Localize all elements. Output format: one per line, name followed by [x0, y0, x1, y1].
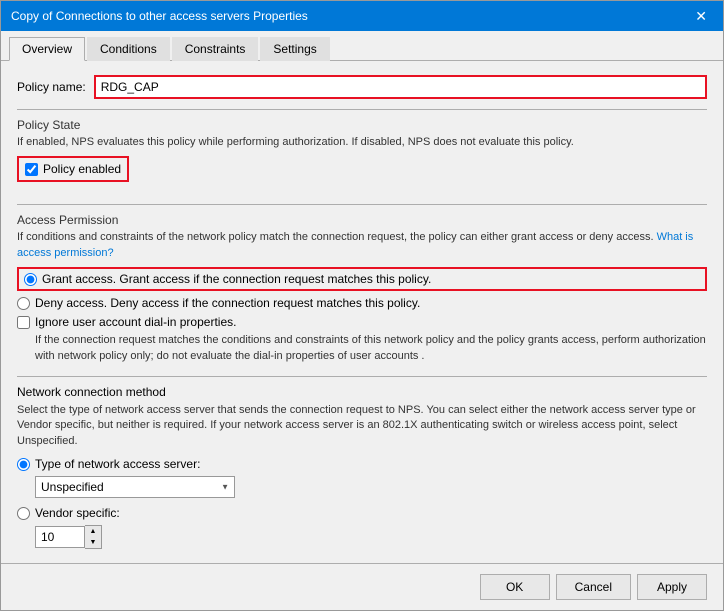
policy-name-label: Policy name: — [17, 80, 86, 94]
ignore-dialin-checkbox[interactable] — [17, 316, 30, 329]
title-bar: Copy of Connections to other access serv… — [1, 1, 723, 31]
ignore-dialin-desc: If the connection request matches the co… — [35, 333, 707, 364]
dialog-title: Copy of Connections to other access serv… — [11, 9, 308, 23]
access-permission-title: Access Permission — [17, 213, 707, 227]
deny-access-label: Deny access. Deny access if the connecti… — [35, 296, 420, 310]
dropdown-wrapper: Unspecified — [35, 476, 235, 498]
network-type-dropdown[interactable]: Unspecified — [35, 476, 235, 498]
deny-access-row: Deny access. Deny access if the connecti… — [17, 296, 707, 310]
spinner-down-button[interactable]: ▼ — [85, 537, 101, 548]
vendor-specific-label: Vendor specific: — [35, 506, 120, 520]
type-network-row: Type of network access server: — [17, 457, 707, 471]
vendor-specific-row: Vendor specific: — [17, 506, 707, 520]
dialog-content: Policy name: Policy State If enabled, NP… — [1, 61, 723, 563]
policy-state-title: Policy State — [17, 118, 707, 132]
tab-constraints[interactable]: Constraints — [172, 37, 259, 61]
access-permission-desc-text: If conditions and constraints of the net… — [17, 231, 654, 243]
grant-access-label: Grant access. Grant access if the connec… — [42, 272, 431, 286]
tab-bar: Overview Conditions Constraints Settings — [1, 31, 723, 61]
dialog-footer: OK Cancel Apply — [1, 563, 723, 610]
grant-access-radio[interactable] — [24, 273, 37, 286]
ignore-dialin-row: Ignore user account dial-in properties. — [17, 315, 707, 329]
vendor-specific-radio[interactable] — [17, 507, 30, 520]
policy-state-desc: If enabled, NPS evaluates this policy wh… — [17, 135, 707, 150]
cancel-button[interactable]: Cancel — [556, 574, 631, 600]
close-button[interactable]: ✕ — [689, 7, 713, 25]
policy-state-section: Policy State If enabled, NPS evaluates t… — [17, 118, 707, 192]
type-network-radio[interactable] — [17, 458, 30, 471]
policy-enabled-checkbox-row: Policy enabled — [17, 156, 129, 182]
network-connection-title: Network connection method — [17, 385, 707, 399]
divider-3 — [17, 376, 707, 377]
policy-name-input[interactable] — [94, 75, 707, 99]
spinner-buttons: ▲ ▼ — [85, 525, 102, 549]
network-connection-desc: Select the type of network access server… — [17, 403, 707, 449]
access-permission-desc: If conditions and constraints of the net… — [17, 230, 707, 261]
grant-access-row: Grant access. Grant access if the connec… — [17, 267, 707, 291]
spinner-up-button[interactable]: ▲ — [85, 526, 101, 537]
policy-enabled-label: Policy enabled — [43, 162, 121, 176]
policy-name-row: Policy name: — [17, 75, 707, 99]
tab-overview[interactable]: Overview — [9, 37, 85, 61]
ignore-dialin-label: Ignore user account dial-in properties. — [35, 315, 236, 329]
divider-1 — [17, 109, 707, 110]
type-network-label: Type of network access server: — [35, 457, 200, 471]
divider-2 — [17, 204, 707, 205]
deny-access-radio[interactable] — [17, 297, 30, 310]
vendor-spinner-input[interactable] — [35, 526, 85, 548]
dialog: Copy of Connections to other access serv… — [0, 0, 724, 611]
ok-button[interactable]: OK — [480, 574, 550, 600]
spinner-row: ▲ ▼ — [35, 525, 707, 549]
access-permission-section: Access Permission If conditions and cons… — [17, 213, 707, 364]
policy-enabled-checkbox[interactable] — [25, 163, 38, 176]
dropdown-wrapper-row: Unspecified — [35, 476, 707, 498]
tab-settings[interactable]: Settings — [260, 37, 329, 61]
network-connection-section: Network connection method Select the typ… — [17, 385, 707, 549]
tab-conditions[interactable]: Conditions — [87, 37, 170, 61]
apply-button[interactable]: Apply — [637, 574, 707, 600]
